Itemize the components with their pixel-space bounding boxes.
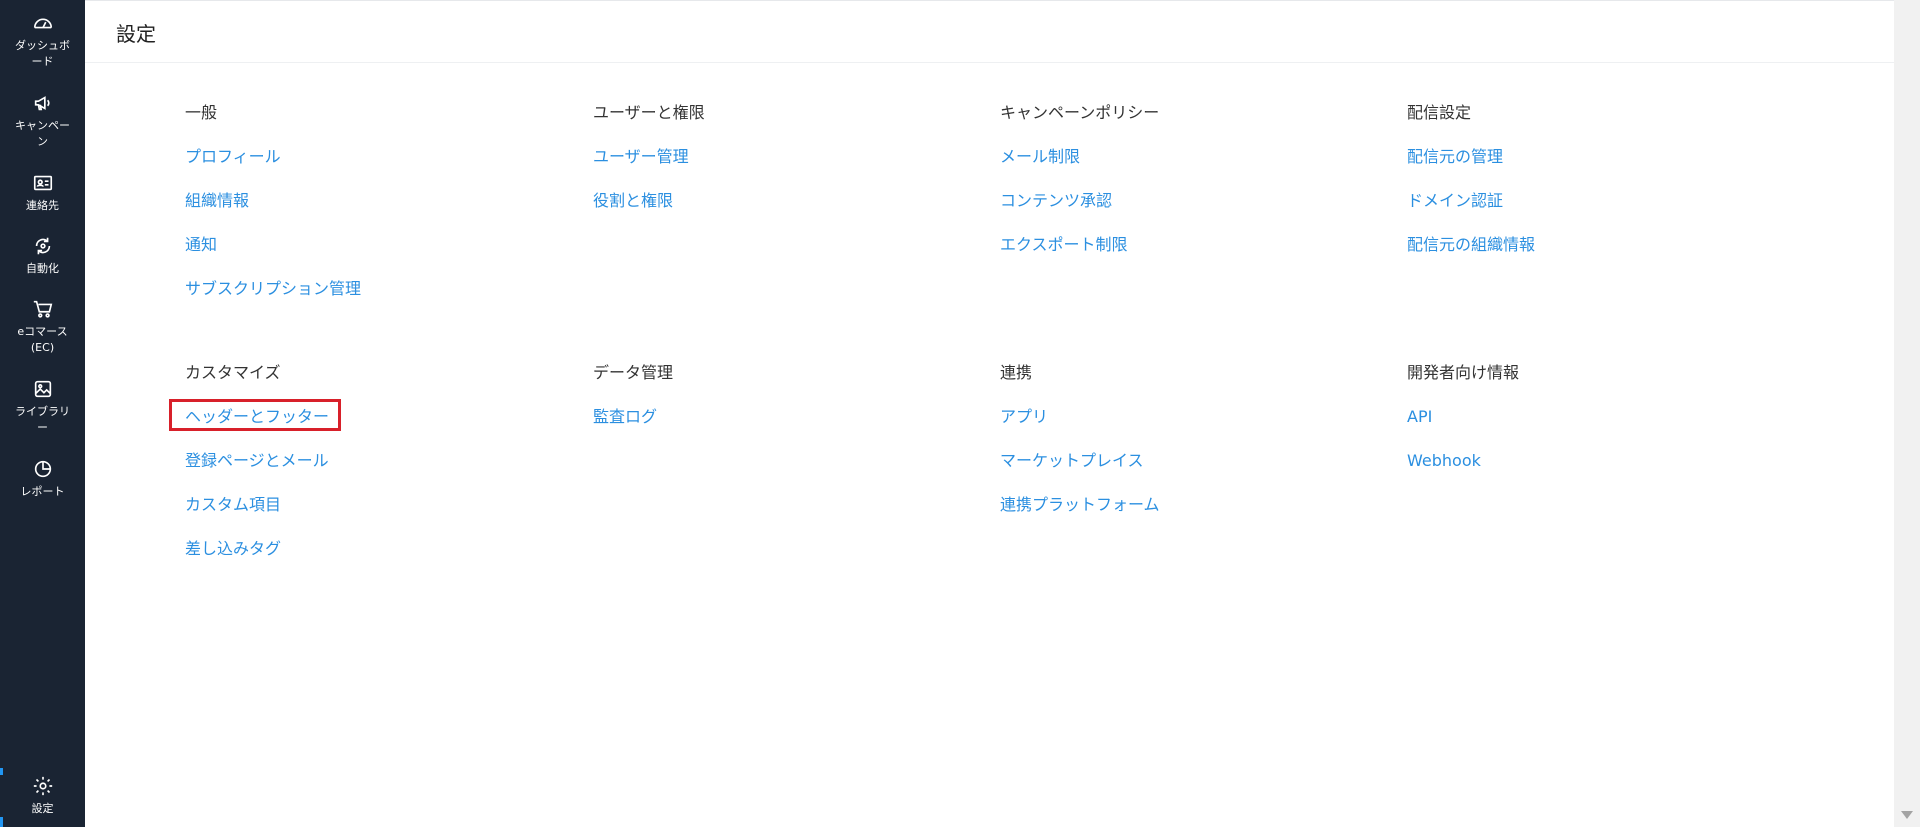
link-apps[interactable]: アプリ: [1000, 407, 1048, 427]
link-webhook[interactable]: Webhook: [1407, 451, 1481, 471]
vertical-scrollbar[interactable]: [1894, 0, 1920, 827]
section-title: 一般: [185, 103, 218, 122]
link-integration-platform[interactable]: 連携プラットフォーム: [1000, 495, 1160, 515]
image-library-icon: [32, 378, 54, 400]
section-customize: カスタマイズ ヘッダーとフッター 登録ページとメール カスタム項目 差し込みタグ: [185, 363, 565, 583]
section-campaign-policy: キャンペーンポリシー メール制限 コンテンツ承認 エクスポート制限: [1000, 103, 1380, 279]
link-list: 監査ログ: [593, 407, 973, 451]
megaphone-icon: [32, 92, 54, 114]
link-list: 配信元の管理 ドメイン認証 配信元の組織情報: [1407, 147, 1787, 279]
sidebar-item-label: ダッシュボード: [15, 39, 70, 68]
page-header: 設定: [85, 0, 1894, 63]
section-title: 配信設定: [1407, 103, 1472, 122]
section-title: データ管理: [593, 363, 674, 382]
sidebar-item-label: キャンペーン: [15, 119, 70, 148]
settings-content: 一般 プロフィール 組織情報 通知 サブスクリプション管理 ユーザーと権限 ユー…: [85, 63, 1894, 827]
section-title: 連携: [1000, 363, 1033, 382]
link-roles-permissions[interactable]: 役割と権限: [593, 191, 673, 211]
link-list: ユーザー管理 役割と権限: [593, 147, 973, 235]
link-organization-info[interactable]: 組織情報: [185, 191, 249, 211]
section-title: 開発者向け情報: [1407, 363, 1520, 382]
sidebar-item-label: レポート: [20, 485, 65, 498]
section-title: キャンペーンポリシー: [1000, 103, 1160, 122]
scroll-down-arrow-icon[interactable]: [1901, 811, 1913, 819]
link-signup-page-email[interactable]: 登録ページとメール: [185, 451, 329, 471]
automation-icon: [32, 235, 54, 257]
pie-chart-icon: [32, 458, 54, 480]
link-marketplace[interactable]: マーケットプレイス: [1000, 451, 1144, 471]
sidebar-item-label: eコマース (EC): [17, 325, 68, 354]
section-title: ユーザーと権限: [593, 103, 705, 122]
sidebar-item-settings[interactable]: 設定: [0, 775, 85, 817]
sidebar-item-reports[interactable]: レポート: [0, 458, 85, 500]
link-custom-fields[interactable]: カスタム項目: [185, 495, 281, 515]
link-list: プロフィール 組織情報 通知 サブスクリプション管理: [185, 147, 565, 323]
link-api[interactable]: API: [1407, 407, 1432, 427]
section-developer-info: 開発者向け情報 API Webhook: [1407, 363, 1787, 495]
cart-icon: [32, 298, 54, 320]
section-general: 一般 プロフィール 組織情報 通知 サブスクリプション管理: [185, 103, 565, 323]
link-content-approval[interactable]: コンテンツ承認: [1000, 191, 1112, 211]
gear-icon: [32, 775, 54, 797]
sidebar-item-label: 自動化: [26, 262, 59, 275]
link-list: API Webhook: [1407, 407, 1787, 495]
link-notifications[interactable]: 通知: [185, 235, 217, 255]
app-root: ダッシュボード キャンペーン 連絡先 自動化 eコマース (EC) ライブラリー…: [0, 0, 1920, 827]
link-email-limits[interactable]: メール制限: [1000, 147, 1080, 167]
sidebar-item-label: 設定: [31, 802, 54, 815]
sidebar-item-dashboard[interactable]: ダッシュボード: [0, 12, 85, 70]
gauge-icon: [32, 12, 54, 34]
sidebar-item-automation[interactable]: 自動化: [0, 235, 85, 277]
sidebar-item-ecommerce[interactable]: eコマース (EC): [0, 298, 85, 356]
section-users-permissions: ユーザーと権限 ユーザー管理 役割と権限: [593, 103, 973, 235]
link-list: アプリ マーケットプレイス 連携プラットフォーム: [1000, 407, 1380, 539]
link-export-limits[interactable]: エクスポート制限: [1000, 235, 1128, 255]
link-sender-management[interactable]: 配信元の管理: [1407, 147, 1503, 167]
sidebar-item-campaign[interactable]: キャンペーン: [0, 92, 85, 150]
link-sender-organization-info[interactable]: 配信元の組織情報: [1407, 235, 1535, 255]
sidebar-item-library[interactable]: ライブラリー: [0, 378, 85, 436]
section-integrations: 連携 アプリ マーケットプレイス 連携プラットフォーム: [1000, 363, 1380, 539]
page-title: 設定: [116, 22, 156, 46]
sidebar-item-contacts[interactable]: 連絡先: [0, 172, 85, 214]
section-data-management: データ管理 監査ログ: [593, 363, 973, 451]
link-header-footer[interactable]: ヘッダーとフッター: [185, 407, 329, 427]
link-subscription-management[interactable]: サブスクリプション管理: [185, 279, 361, 299]
section-title: カスタマイズ: [185, 363, 281, 382]
section-delivery-settings: 配信設定 配信元の管理 ドメイン認証 配信元の組織情報: [1407, 103, 1787, 279]
sidebar-item-label: 連絡先: [26, 199, 59, 212]
link-domain-authentication[interactable]: ドメイン認証: [1407, 191, 1503, 211]
link-audit-log[interactable]: 監査ログ: [593, 407, 657, 427]
sidebar-item-label: ライブラリー: [15, 405, 70, 434]
link-user-management[interactable]: ユーザー管理: [593, 147, 689, 167]
link-merge-tags[interactable]: 差し込みタグ: [185, 539, 281, 559]
contact-card-icon: [32, 172, 54, 194]
link-list: ヘッダーとフッター 登録ページとメール カスタム項目 差し込みタグ: [185, 407, 565, 583]
sidebar: ダッシュボード キャンペーン 連絡先 自動化 eコマース (EC) ライブラリー…: [0, 0, 85, 827]
link-profile[interactable]: プロフィール: [185, 147, 281, 167]
link-list: メール制限 コンテンツ承認 エクスポート制限: [1000, 147, 1380, 279]
